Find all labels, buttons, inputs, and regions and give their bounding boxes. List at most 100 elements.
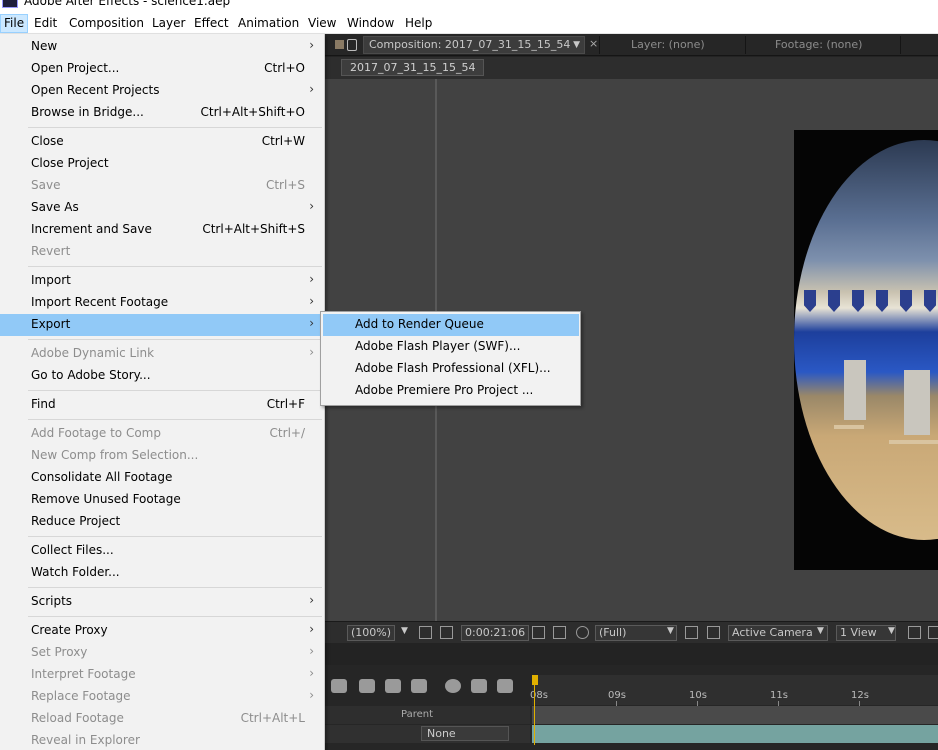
timeline-column-header: Parent	[325, 706, 530, 724]
divider	[745, 36, 746, 54]
chevron-down-icon[interactable]: ▼	[573, 37, 580, 53]
viewer-toolbar: (100%) ▼ 0:00:21:06 (Full) ▼ Active Came…	[325, 621, 938, 643]
submenu-item-adobe-flash-professional-xfl[interactable]: Adobe Flash Professional (XFL)...	[323, 358, 579, 380]
chevron-down-icon[interactable]: ▼	[888, 626, 895, 636]
transparency-grid-icon[interactable]	[440, 626, 453, 639]
timecode-field[interactable]: 0:00:21:06	[461, 625, 530, 641]
menu-edit[interactable]: Edit	[31, 14, 60, 33]
tab-footage[interactable]: Footage: (none)	[775, 38, 862, 51]
menu-item-label: Close Project	[31, 156, 109, 170]
close-icon[interactable]: ×	[589, 37, 598, 50]
table-shape	[889, 440, 938, 444]
menu-item-close-project[interactable]: Close Project	[0, 153, 324, 175]
menu-item-close[interactable]: Close Ctrl+W	[0, 131, 324, 153]
menu-item-open-recent-projects[interactable]: Open Recent Projects ›	[0, 80, 324, 102]
menu-item-label: Revert	[31, 244, 71, 258]
menu-item-scripts[interactable]: Scripts ›	[0, 591, 324, 613]
submenu-item-adobe-flash-player-swf[interactable]: Adobe Flash Player (SWF)...	[323, 336, 579, 358]
menu-window[interactable]: Window	[344, 14, 397, 33]
search-icon[interactable]	[445, 679, 461, 693]
color-channels-icon[interactable]	[576, 626, 589, 639]
menu-animation[interactable]: Animation	[235, 14, 302, 33]
menu-item-watch-folder[interactable]: Watch Folder...	[0, 562, 324, 584]
menu-item-label: Add Footage to Comp	[31, 426, 161, 440]
menu-item-label: Save As	[31, 200, 79, 214]
menu-item-label: Replace Footage	[31, 689, 131, 703]
panel-menu-icon[interactable]	[335, 40, 344, 49]
menu-help[interactable]: Help	[402, 14, 435, 33]
work-area-bar[interactable]	[532, 706, 938, 724]
menu-item-increment-and-save[interactable]: Increment and Save Ctrl+Alt+Shift+S	[0, 219, 324, 241]
menu-item-browse-in-bridge[interactable]: Browse in Bridge... Ctrl+Alt+Shift+O	[0, 102, 324, 124]
menu-item-import[interactable]: Import ›	[0, 270, 324, 292]
menu-file[interactable]: File	[0, 14, 29, 33]
menu-item-export[interactable]: Export ›	[0, 314, 324, 336]
frame-blending-icon[interactable]	[385, 679, 401, 693]
menu-item-reduce-project[interactable]: Reduce Project	[0, 511, 324, 533]
tick-label: 08s	[530, 690, 548, 701]
checkerboard-icon[interactable]	[707, 626, 720, 639]
menu-item-consolidate-all-footage[interactable]: Consolidate All Footage	[0, 467, 324, 489]
chevron-down-icon[interactable]: ▼	[667, 626, 674, 636]
tab-composition[interactable]: Composition: 2017_07_31_15_15_54 ▼	[363, 36, 585, 54]
menu-item-label: Reload Footage	[31, 711, 124, 725]
zoom-dropdown[interactable]: (100%)	[347, 625, 396, 641]
menu-item-find[interactable]: Find Ctrl+F	[0, 394, 324, 416]
menu-separator	[28, 587, 322, 588]
fast-previews-icon[interactable]	[928, 626, 938, 639]
menu-separator	[28, 616, 322, 617]
graph-editor-icon[interactable]	[497, 679, 513, 693]
tick-label: 12s	[851, 690, 869, 701]
stopwatch-icon[interactable]	[471, 679, 487, 693]
show-snapshot-icon[interactable]	[553, 626, 566, 639]
motion-blur-icon[interactable]	[411, 679, 427, 693]
region-icon[interactable]	[419, 626, 432, 639]
lock-icon[interactable]	[347, 39, 357, 51]
camera-dropdown[interactable]: Active Camera	[728, 625, 828, 641]
menu-item-reload-footage: Reload Footage Ctrl+Alt+L	[0, 708, 324, 730]
tick-label: 10s	[689, 690, 707, 701]
menu-item-label: Scripts	[31, 594, 73, 608]
chevron-right-icon: ›	[309, 666, 314, 680]
3d-layer-icon[interactable]	[331, 679, 347, 693]
time-ruler[interactable]: 08s 09s 10s 11s 12s	[530, 675, 938, 706]
menu-item-shortcut: Ctrl+/	[269, 426, 305, 440]
menu-layer[interactable]: Layer	[149, 14, 188, 33]
chevron-down-icon[interactable]: ▼	[401, 626, 408, 636]
menu-item-create-proxy[interactable]: Create Proxy ›	[0, 620, 324, 642]
resolution-dropdown[interactable]: (Full)	[595, 625, 677, 641]
camera-snapshot-icon[interactable]	[532, 626, 545, 639]
draft-3d-icon[interactable]	[359, 679, 375, 693]
menu-item-import-recent-footage[interactable]: Import Recent Footage ›	[0, 292, 324, 314]
parent-dropdown[interactable]: None	[421, 726, 509, 741]
toggle-pixel-aspect-icon[interactable]	[908, 626, 921, 639]
playhead-handle[interactable]	[532, 675, 538, 685]
chevron-down-icon[interactable]: ▼	[817, 626, 824, 636]
layer-row[interactable]: None	[325, 725, 530, 743]
layer-duration-bar[interactable]	[532, 725, 938, 743]
submenu-item-add-to-render-queue[interactable]: Add to Render Queue	[323, 314, 579, 336]
view-layout-dropdown[interactable]: 1 View	[836, 625, 896, 641]
composition-name-tab[interactable]: 2017_07_31_15_15_54	[341, 59, 485, 76]
menu-item-go-to-adobe-story[interactable]: Go to Adobe Story...	[0, 365, 324, 387]
menu-item-open-project[interactable]: Open Project... Ctrl+O	[0, 58, 324, 80]
tab-layer[interactable]: Layer: (none)	[631, 38, 705, 51]
menu-effect[interactable]: Effect	[191, 14, 232, 33]
table-shape	[834, 425, 864, 429]
menu-item-label: Open Recent Projects	[31, 83, 160, 97]
menu-view[interactable]: View	[305, 14, 339, 33]
menu-composition[interactable]: Composition	[66, 14, 147, 33]
menu-item-label: Set Proxy	[31, 645, 88, 659]
chevron-right-icon: ›	[309, 593, 314, 607]
menu-item-new[interactable]: New ›	[0, 36, 324, 58]
menu-item-remove-unused-footage[interactable]: Remove Unused Footage	[0, 489, 324, 511]
menu-item-label: Go to Adobe Story...	[31, 368, 151, 382]
region-of-interest-icon[interactable]	[685, 626, 698, 639]
menu-item-save-as[interactable]: Save As ›	[0, 197, 324, 219]
chevron-right-icon: ›	[309, 82, 314, 96]
partition-panel	[844, 360, 866, 420]
menu-item-collect-files[interactable]: Collect Files...	[0, 540, 324, 562]
menu-item-label: Browse in Bridge...	[31, 105, 144, 119]
chevron-right-icon: ›	[309, 272, 314, 286]
submenu-item-adobe-premiere-pro-project[interactable]: Adobe Premiere Pro Project ...	[323, 380, 579, 402]
